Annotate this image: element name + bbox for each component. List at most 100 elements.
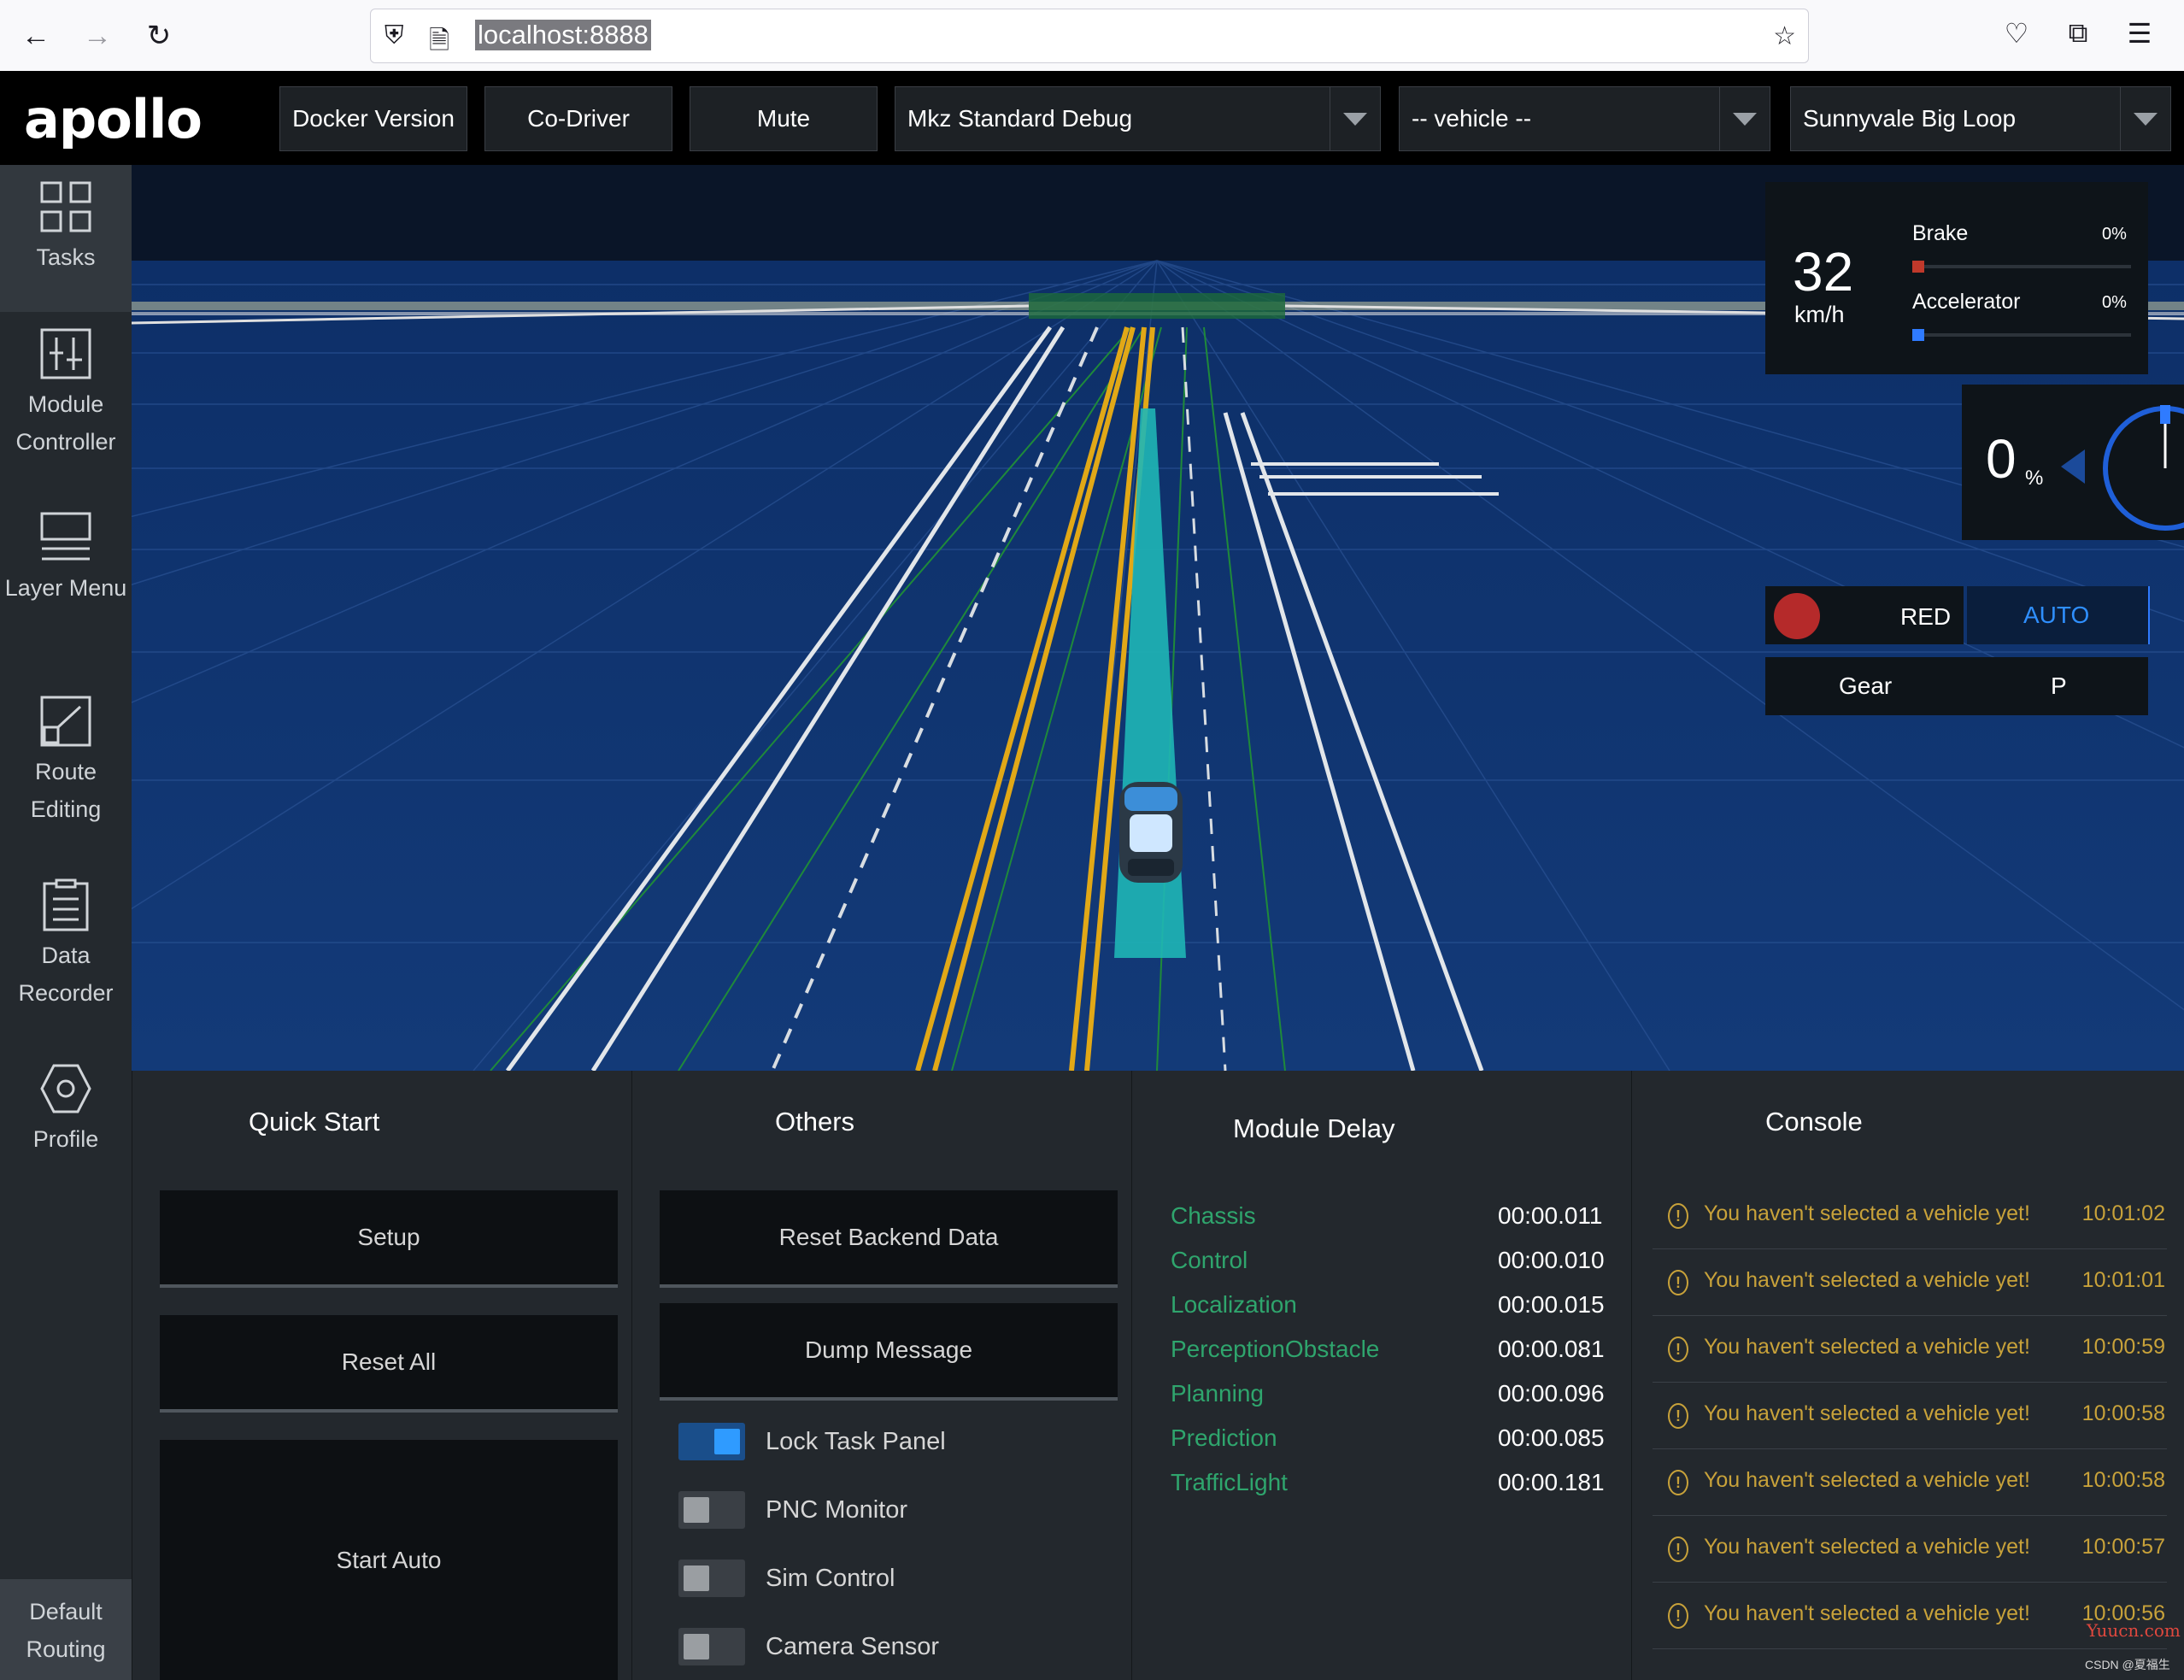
accelerator-label: Accelerator xyxy=(1912,290,2021,314)
reset-all-button[interactable]: Reset All xyxy=(160,1315,618,1413)
console-message-text: You haven't selected a vehicle yet! xyxy=(1704,1601,2030,1625)
toggle-knob xyxy=(684,1634,709,1659)
chevron-down-icon[interactable] xyxy=(1719,87,1770,150)
console-message: ! You haven't selected a vehicle yet! 10… xyxy=(1653,1249,2167,1316)
console-message-time: 10:00:57 xyxy=(2081,1535,2165,1559)
console-message-text: You haven't selected a vehicle yet! xyxy=(1704,1468,2030,1492)
gear-label: Gear xyxy=(1839,673,1893,699)
url-bar[interactable]: ⛨ 🗎 localhost:8888 ☆ xyxy=(370,9,1809,63)
others-panel: Others Reset Backend Data Dump Message L… xyxy=(631,1071,1131,1680)
steering-unit: % xyxy=(2025,467,2044,490)
delay-name: Prediction xyxy=(1171,1424,1277,1451)
co-driver-button[interactable]: Co-Driver xyxy=(484,86,672,151)
sim-control-toggle[interactable] xyxy=(678,1560,745,1597)
module-delay-title: Module Delay xyxy=(1233,1113,1395,1143)
sidebar-item-data-recorder[interactable]: Data Recorder xyxy=(0,878,132,1012)
bookmark-star-icon[interactable]: ☆ xyxy=(1773,21,1796,51)
console-message-time: 10:00:58 xyxy=(2081,1401,2165,1425)
lock-task-panel-toggle[interactable] xyxy=(678,1423,745,1460)
page-icon: 🗎 xyxy=(429,26,450,55)
lock-task-panel-label: Lock Task Panel xyxy=(766,1428,946,1455)
mute-button[interactable]: Mute xyxy=(690,86,878,151)
sidebar-item-label: Module Controller xyxy=(15,391,116,455)
warning-icon: ! xyxy=(1668,1403,1688,1429)
warning-icon: ! xyxy=(1668,1536,1688,1562)
sidebar-item-layer-menu[interactable]: Layer Menu xyxy=(0,511,132,607)
accelerator-value: 0% xyxy=(2102,293,2127,312)
sidebar-item-module-controller[interactable]: Module Controller xyxy=(0,327,132,461)
warning-icon: ! xyxy=(1668,1336,1688,1362)
delay-name: Planning xyxy=(1171,1380,1264,1407)
delay-name: Localization xyxy=(1171,1291,1297,1318)
steering-wheel-icon xyxy=(2061,405,2184,531)
sidebar-item-label: Route Editing xyxy=(30,759,102,822)
red-light-icon xyxy=(1774,593,1820,639)
start-auto-button[interactable]: Start Auto xyxy=(160,1440,618,1680)
setup-button[interactable]: Setup xyxy=(160,1190,618,1288)
delay-value: 00:00.010 xyxy=(1498,1247,1605,1273)
chevron-down-icon[interactable] xyxy=(2120,87,2170,150)
dump-message-button[interactable]: Dump Message xyxy=(660,1303,1118,1401)
ego-vehicle xyxy=(1119,782,1183,883)
map-select-value: Sunnyvale Big Loop xyxy=(1803,105,2017,132)
route-editing-icon xyxy=(40,696,91,747)
mode-select[interactable]: Mkz Standard Debug xyxy=(895,86,1381,151)
delay-value: 00:00.011 xyxy=(1498,1202,1603,1229)
console-message: ! You haven't selected a vehicle yet! 10… xyxy=(1653,1449,2167,1516)
docker-version-button[interactable]: Docker Version xyxy=(279,86,467,151)
sidebar-item-tasks[interactable]: Tasks xyxy=(0,165,132,312)
drive-mode-status: AUTO xyxy=(2023,602,2090,628)
vehicle-select-value: -- vehicle -- xyxy=(1412,105,1532,132)
map-scene[interactable]: 32 km/h Brake 0% Accelerator 0% 0 % RED … xyxy=(132,165,2184,1071)
chevron-down-icon[interactable] xyxy=(1330,87,1380,150)
sidebar-item-profile[interactable]: Profile xyxy=(0,1062,132,1158)
delay-value: 00:00.015 xyxy=(1498,1291,1605,1318)
delay-value: 00:00.096 xyxy=(1498,1380,1605,1407)
delay-value: 00:00.085 xyxy=(1498,1424,1605,1451)
extensions-icon[interactable]: ⧉ xyxy=(2059,17,2097,50)
delay-name: PerceptionObstacle xyxy=(1171,1336,1380,1362)
console-message: ! You haven't selected a vehicle yet! 10… xyxy=(1653,1383,2167,1449)
reload-icon[interactable]: ↻ xyxy=(140,17,178,55)
warning-icon: ! xyxy=(1668,1203,1688,1229)
sidebar-item-label: Data Recorder xyxy=(18,943,114,1006)
shield-icon[interactable]: ⛨ xyxy=(385,21,404,50)
back-arrow-icon[interactable]: ← xyxy=(17,17,55,55)
gear-value: P xyxy=(2051,673,2067,699)
brake-bar-track xyxy=(1912,261,2131,273)
apollo-logo: apollo xyxy=(24,88,203,150)
steering-value: 0 xyxy=(1986,428,2017,490)
camera-sensor-toggle[interactable] xyxy=(678,1628,745,1665)
module-controller-icon xyxy=(40,328,91,379)
delay-name: Chassis xyxy=(1171,1202,1256,1229)
console-message-time: 10:01:01 xyxy=(2081,1268,2165,1292)
default-routing-button[interactable]: Default Routing xyxy=(0,1579,132,1680)
console-message-time: 10:01:02 xyxy=(2081,1201,2165,1225)
watermark-site: Yuucn.com xyxy=(2087,1620,2181,1641)
pocket-icon[interactable]: ♡ xyxy=(1998,17,2035,50)
url-text[interactable]: localhost:8888 xyxy=(475,20,651,50)
sidebar-item-route-editing[interactable]: Route Editing xyxy=(0,695,132,828)
hexagon-profile-icon xyxy=(40,1064,91,1113)
steering-panel: 0 % xyxy=(1962,385,2184,540)
toggle-knob xyxy=(714,1429,740,1454)
vehicle-select[interactable]: -- vehicle -- xyxy=(1399,86,1770,151)
quick-start-panel: Quick Start Setup Reset All Start Auto xyxy=(132,1071,631,1680)
brake-label: Brake xyxy=(1912,221,1969,245)
brake-bar-fill xyxy=(1912,261,1924,273)
reset-backend-data-button[interactable]: Reset Backend Data xyxy=(660,1190,1118,1288)
quick-start-title: Quick Start xyxy=(249,1107,380,1137)
pnc-monitor-toggle[interactable] xyxy=(678,1491,745,1529)
map-select[interactable]: Sunnyvale Big Loop xyxy=(1790,86,2171,151)
brake-value: 0% xyxy=(2102,225,2127,244)
forward-arrow-icon[interactable]: → xyxy=(79,17,116,55)
browser-toolbar: ← → ↻ ⛨ 🗎 localhost:8888 ☆ ♡ ⧉ ☰ xyxy=(0,0,2184,72)
traffic-light-status: RED xyxy=(1900,603,1952,630)
speed-unit: km/h xyxy=(1794,302,1845,327)
toggle-knob xyxy=(684,1497,709,1523)
console-message-text: You haven't selected a vehicle yet! xyxy=(1704,1201,2030,1225)
data-recorder-icon xyxy=(43,878,89,931)
menu-icon[interactable]: ☰ xyxy=(2121,17,2158,50)
traffic-light-panel: RED xyxy=(1765,586,1964,644)
console-message: ! You haven't selected a vehicle yet! 10… xyxy=(1653,1516,2167,1583)
